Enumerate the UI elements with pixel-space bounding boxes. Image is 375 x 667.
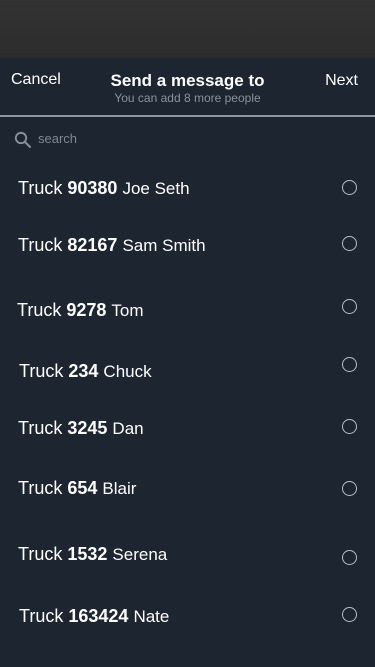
contact-label: Truck 234 Chuck <box>19 360 152 383</box>
contact-prefix: Truck <box>19 361 64 381</box>
search-input[interactable] <box>38 128 338 148</box>
driver-name: Blair <box>102 479 137 498</box>
contact-prefix: Truck <box>18 235 63 255</box>
truck-number: 163424 <box>68 606 129 626</box>
truck-number: 90380 <box>67 178 118 198</box>
truck-number: 654 <box>67 478 98 498</box>
truck-number: 1532 <box>67 544 108 564</box>
select-radio[interactable] <box>342 357 357 372</box>
select-radio[interactable] <box>342 419 357 434</box>
select-radio[interactable] <box>342 550 357 565</box>
contact-label: Truck 1532 Serena <box>18 543 167 566</box>
driver-name: Nate <box>133 607 170 626</box>
contact-prefix: Truck <box>18 418 63 438</box>
status-bar-area <box>0 0 375 58</box>
truck-number: 82167 <box>67 235 118 255</box>
select-radio[interactable] <box>342 299 357 314</box>
driver-name: Joe Seth <box>122 179 190 198</box>
select-radio[interactable] <box>342 481 357 496</box>
header-bar: Cancel Send a message to You can add 8 m… <box>0 58 375 115</box>
search-bar <box>0 117 375 157</box>
contact-prefix: Truck <box>17 300 62 320</box>
search-icon <box>14 131 31 148</box>
page-subtitle: You can add 8 more people <box>114 91 261 105</box>
driver-name: Sam Smith <box>122 236 206 255</box>
truck-number: 234 <box>68 361 99 381</box>
contact-prefix: Truck <box>18 544 63 564</box>
contact-prefix: Truck <box>18 478 63 498</box>
truck-number: 3245 <box>67 418 108 438</box>
truck-number: 9278 <box>66 300 107 320</box>
contact-prefix: Truck <box>19 606 64 626</box>
contact-prefix: Truck <box>18 178 63 198</box>
select-radio[interactable] <box>342 607 357 622</box>
contact-label: Truck 9278 Tom <box>17 299 144 322</box>
contact-label: Truck 163424 Nate <box>19 605 169 628</box>
driver-name: Serena <box>112 545 168 564</box>
next-button[interactable]: Next <box>325 72 358 90</box>
select-radio[interactable] <box>342 236 357 251</box>
driver-name: Chuck <box>103 362 152 381</box>
select-radio[interactable] <box>342 180 357 195</box>
contact-label: Truck 82167 Sam Smith <box>18 234 206 257</box>
driver-name: Tom <box>111 301 144 320</box>
contact-label: Truck 654 Blair <box>18 477 136 500</box>
page-title: Send a message to <box>110 71 265 90</box>
driver-name: Dan <box>112 419 144 438</box>
contact-label: Truck 90380 Joe Seth <box>18 177 190 200</box>
contact-label: Truck 3245 Dan <box>18 417 144 440</box>
